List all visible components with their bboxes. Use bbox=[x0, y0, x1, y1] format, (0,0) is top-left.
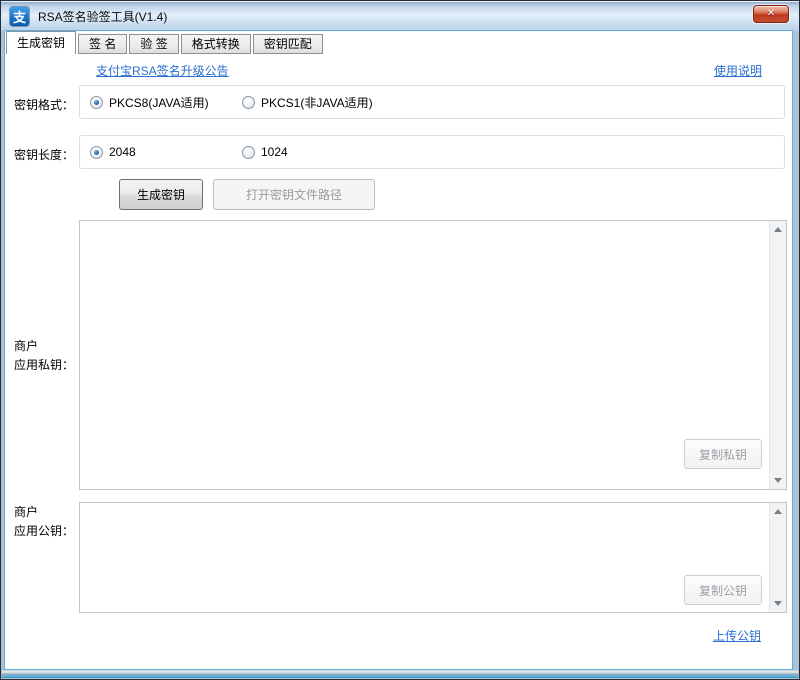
tab-format-convert[interactable]: 格式转换 bbox=[181, 34, 251, 54]
private-key-box: 复制私钥 bbox=[79, 220, 787, 490]
window-title: RSA签名验签工具(V1.4) bbox=[38, 8, 167, 25]
radio-pkcs1-icon[interactable] bbox=[242, 96, 255, 109]
title-bar: 支 RSA签名验签工具(V1.4) ✕ bbox=[1, 1, 799, 31]
tab-key-match[interactable]: 密钥匹配 bbox=[253, 34, 323, 54]
private-key-label-line2: 应用私钥： bbox=[14, 356, 74, 375]
scroll-up-icon[interactable] bbox=[770, 221, 786, 238]
key-length-label: 密钥长度： bbox=[14, 146, 74, 163]
public-key-label-line1: 商户 bbox=[14, 503, 74, 522]
private-key-scrollbar[interactable] bbox=[769, 221, 786, 489]
key-length-group: 2048 1024 bbox=[79, 135, 785, 169]
copy-public-key-button[interactable]: 复制公钥 bbox=[684, 575, 762, 605]
close-button[interactable]: ✕ bbox=[753, 5, 789, 23]
private-key-textarea[interactable] bbox=[81, 222, 768, 488]
alipay-logo-icon: 支 bbox=[10, 7, 29, 26]
radio-pkcs8-icon[interactable] bbox=[90, 96, 103, 109]
radio-pkcs1-label[interactable]: PKCS1(非JAVA适用) bbox=[261, 94, 373, 111]
tab-sign[interactable]: 签 名 bbox=[78, 34, 127, 54]
radio-option-pkcs8[interactable]: PKCS8(JAVA适用) bbox=[90, 86, 209, 118]
public-key-label: 商户 应用公钥： bbox=[14, 503, 74, 541]
radio-pkcs8-label[interactable]: PKCS8(JAVA适用) bbox=[109, 94, 209, 111]
public-key-textarea[interactable] bbox=[81, 504, 768, 611]
radio-option-2048[interactable]: 2048 bbox=[90, 136, 136, 168]
scroll-down-icon[interactable] bbox=[770, 595, 786, 612]
open-key-file-path-button[interactable]: 打开密钥文件路径 bbox=[213, 179, 375, 210]
tab-verify[interactable]: 验 签 bbox=[129, 34, 178, 54]
generate-key-button[interactable]: 生成密钥 bbox=[119, 179, 203, 210]
usage-help-link[interactable]: 使用说明 bbox=[714, 62, 762, 79]
app-window: 支 RSA签名验签工具(V1.4) ✕ 生成密钥 签 名 验 签 格式转换 密钥… bbox=[0, 0, 800, 680]
private-key-label: 商户 应用私钥： bbox=[14, 337, 74, 375]
upload-public-key-link[interactable]: 上传公钥 bbox=[713, 627, 761, 644]
key-format-group: PKCS8(JAVA适用) PKCS1(非JAVA适用) bbox=[79, 85, 785, 119]
radio-2048-icon[interactable] bbox=[90, 146, 103, 159]
scroll-down-icon[interactable] bbox=[770, 472, 786, 489]
scroll-up-icon[interactable] bbox=[770, 503, 786, 520]
rsa-upgrade-announcement-link[interactable]: 支付宝RSA签名升级公告 bbox=[96, 62, 229, 79]
public-key-label-line2: 应用公钥： bbox=[14, 522, 74, 541]
copy-private-key-button[interactable]: 复制私钥 bbox=[684, 439, 762, 469]
radio-option-1024[interactable]: 1024 bbox=[242, 136, 288, 168]
key-format-label: 密钥格式： bbox=[14, 96, 74, 113]
window-bottom-frame bbox=[2, 669, 798, 678]
public-key-scrollbar[interactable] bbox=[769, 503, 786, 612]
private-key-label-line1: 商户 bbox=[14, 337, 74, 356]
client-area: 生成密钥 签 名 验 签 格式转换 密钥匹配 支付宝RSA签名升级公告 使用说明… bbox=[5, 31, 792, 669]
radio-option-pkcs1[interactable]: PKCS1(非JAVA适用) bbox=[242, 86, 373, 118]
radio-2048-label[interactable]: 2048 bbox=[109, 145, 136, 159]
tab-strip: 生成密钥 签 名 验 签 格式转换 密钥匹配 bbox=[6, 31, 325, 54]
radio-1024-icon[interactable] bbox=[242, 146, 255, 159]
tab-generate-keys[interactable]: 生成密钥 bbox=[6, 31, 76, 54]
radio-1024-label[interactable]: 1024 bbox=[261, 145, 288, 159]
public-key-box: 复制公钥 bbox=[79, 502, 787, 613]
